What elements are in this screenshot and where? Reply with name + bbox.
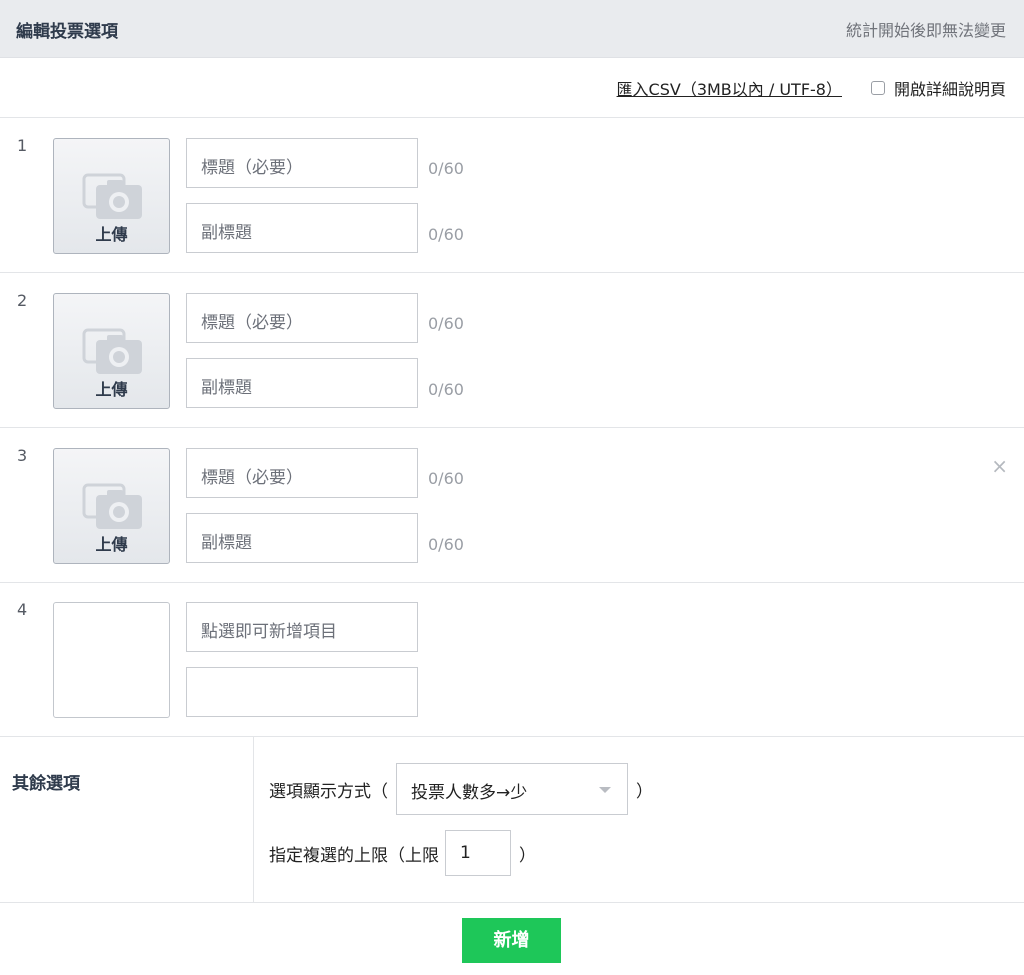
- selection-limit-label: 指定複選的上限（上限: [269, 845, 439, 866]
- option-title-input[interactable]: 標題（必要）: [186, 448, 418, 498]
- detail-page-label: 開啟詳細說明頁: [893, 80, 1006, 99]
- option-title-input[interactable]: 標題（必要）: [186, 293, 418, 343]
- camera-icon: [82, 483, 142, 529]
- camera-icon: [82, 328, 142, 374]
- selection-limit-close: ）: [519, 845, 536, 866]
- display-order-setting: 選項顯示方式（ 投票人數多→少 ）: [269, 763, 653, 815]
- option-number: 3: [17, 446, 28, 465]
- close-icon[interactable]: ×: [991, 456, 1008, 476]
- display-order-select[interactable]: 投票人數多→少: [396, 763, 628, 815]
- display-order-label: 選項顯示方式（: [269, 781, 388, 802]
- header-note: 統計開始後即無法變更: [845, 21, 1006, 40]
- image-upload-placeholder[interactable]: [53, 602, 170, 718]
- option-subtitle-input[interactable]: 副標題: [186, 358, 418, 408]
- selection-limit-setting: 指定複選的上限（上限 1 ）: [269, 830, 536, 876]
- option-number: 4: [17, 600, 28, 619]
- option-number: 1: [17, 136, 28, 155]
- image-upload-button[interactable]: 上傳: [53, 293, 170, 409]
- add-button[interactable]: 新增: [462, 918, 561, 963]
- display-order-close: ）: [636, 781, 653, 802]
- option-row-3: 3 上傳 標題（必要） 0/60 副標題 0/60 ×: [0, 428, 1024, 583]
- checkbox-box[interactable]: [870, 81, 885, 95]
- title-char-counter: 0/60: [428, 159, 464, 178]
- display-order-value: 投票人數多→少: [411, 783, 528, 803]
- option-title-input[interactable]: 標題（必要）: [186, 138, 418, 188]
- new-option-input[interactable]: 點選即可新增項目: [186, 602, 418, 652]
- option-subtitle-input[interactable]: 副標題: [186, 513, 418, 563]
- title-char-counter: 0/60: [428, 314, 464, 333]
- subtitle-char-counter: 0/60: [428, 535, 464, 554]
- option-number: 2: [17, 291, 28, 310]
- camera-icon: [82, 173, 142, 219]
- editor-header: 編輯投票選項 統計開始後即無法變更: [0, 0, 1024, 58]
- title-char-counter: 0/60: [428, 469, 464, 488]
- option-subtitle-input[interactable]: 副標題: [186, 203, 418, 253]
- upload-label: 上傳: [95, 225, 128, 244]
- upload-label: 上傳: [95, 380, 128, 399]
- toolbar: 匯入CSV（3MB以內 / UTF-8） 開啟詳細說明頁: [0, 58, 1024, 118]
- option-row-1: 1 上傳 標題（必要） 0/60 副標題 0/60: [0, 118, 1024, 273]
- other-options-sidebar: 其餘選項: [0, 737, 254, 903]
- image-upload-button[interactable]: 上傳: [53, 138, 170, 254]
- caret-down-icon: [599, 787, 611, 793]
- option-row-4: 4 點選即可新增項目: [0, 582, 1024, 737]
- other-options-section: 其餘選項 選項顯示方式（ 投票人數多→少 ） 指定複選的上限（上限 1 ）: [0, 737, 1024, 903]
- subtitle-char-counter: 0/60: [428, 380, 464, 399]
- page-title: 編輯投票選項: [16, 22, 118, 42]
- new-option-subtitle-input[interactable]: [186, 667, 418, 717]
- upload-label: 上傳: [95, 535, 128, 554]
- selection-limit-input[interactable]: 1: [445, 830, 511, 876]
- image-upload-button[interactable]: 上傳: [53, 448, 170, 564]
- option-row-2: 2 上傳 標題（必要） 0/60 副標題 0/60: [0, 273, 1024, 428]
- other-options-title: 其餘選項: [12, 774, 80, 794]
- detail-page-checkbox[interactable]: 開啟詳細說明頁: [870, 76, 1006, 100]
- import-csv-link[interactable]: 匯入CSV（3MB以內 / UTF-8）: [617, 76, 842, 100]
- subtitle-char-counter: 0/60: [428, 225, 464, 244]
